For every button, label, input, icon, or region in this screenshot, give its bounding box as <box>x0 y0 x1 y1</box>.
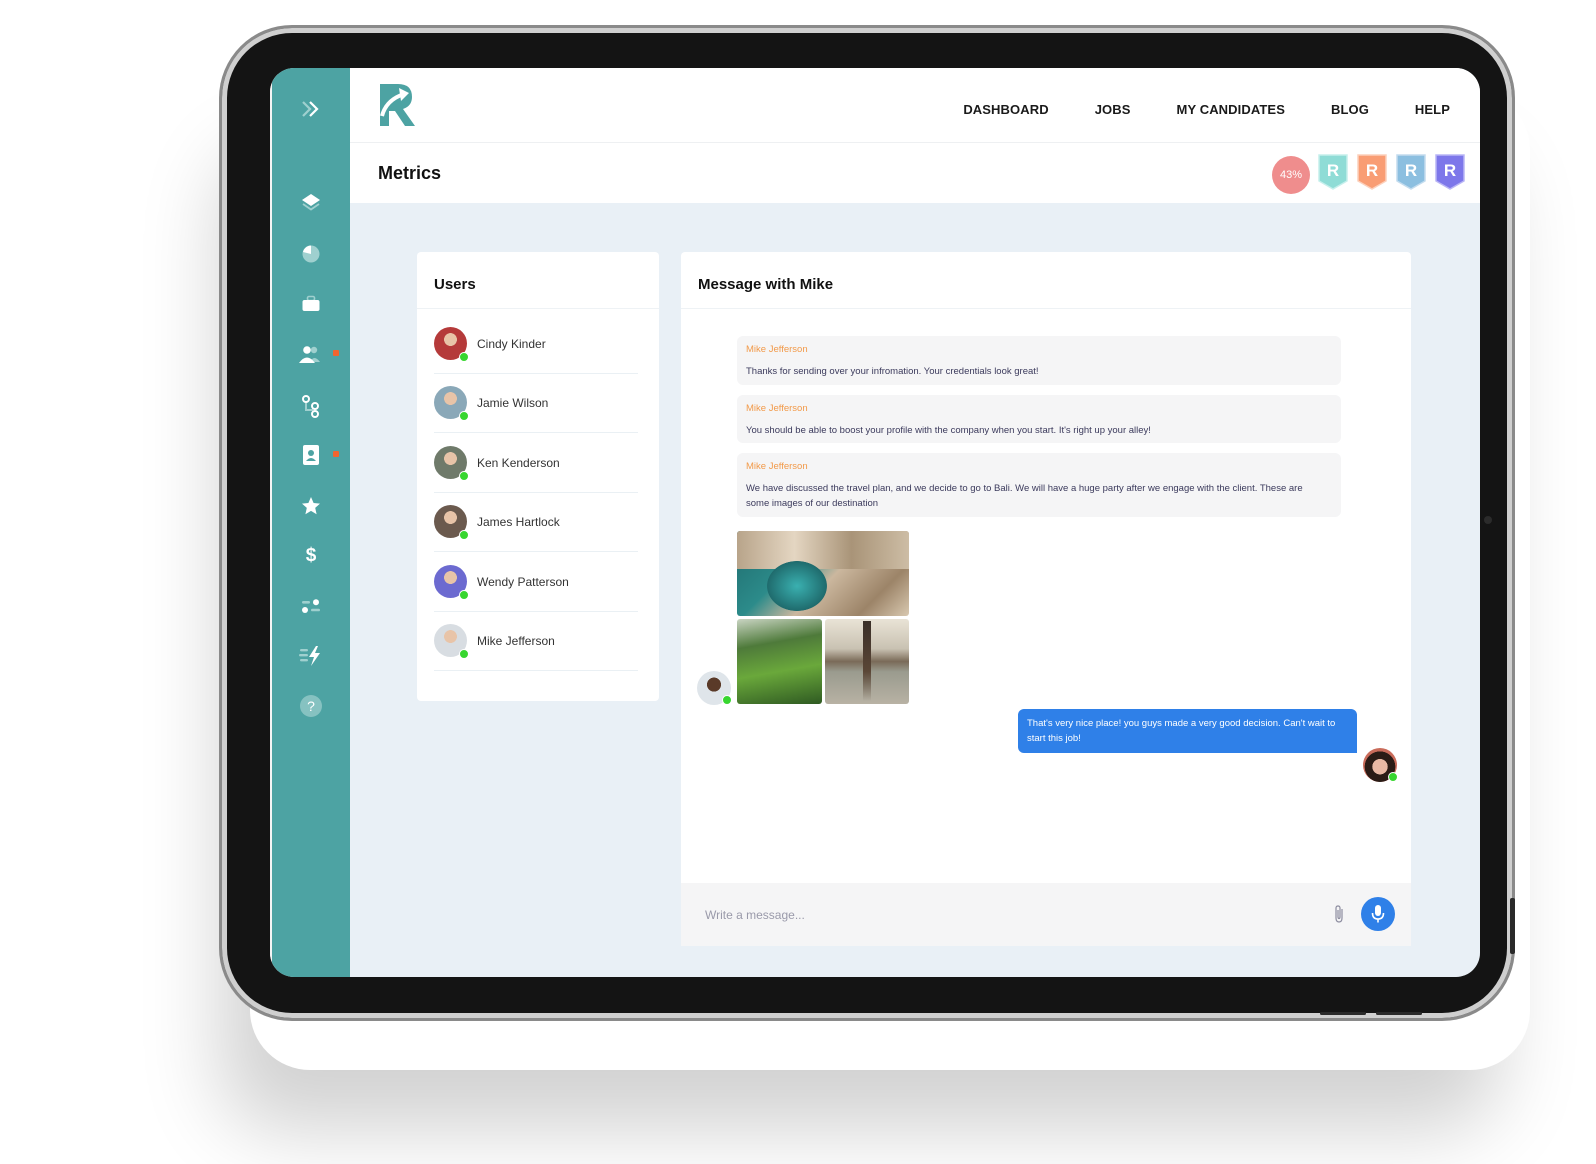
badge-orange[interactable]: R <box>1356 153 1388 196</box>
help-icon[interactable]: ? <box>272 691 350 721</box>
divider <box>681 308 1411 309</box>
badge-letter: R <box>1366 161 1378 180</box>
user-name: Cindy Kinder <box>477 337 546 351</box>
outgoing-message-bubble: That's very nice place! you guys made a … <box>1018 709 1357 753</box>
nav-blog[interactable]: BLOG <box>1331 102 1369 117</box>
user-name: Wendy Patterson <box>477 574 569 589</box>
star-icon[interactable] <box>272 491 350 521</box>
user-list-item[interactable]: Jamie Wilson <box>434 373 638 434</box>
brand-logo[interactable] <box>378 82 418 133</box>
progress-badge[interactable]: 43% <box>1272 155 1310 194</box>
badge-letter: R <box>1405 161 1417 180</box>
message-text: You should be able to boost your profile… <box>746 425 1151 436</box>
screen: $ ? DASHBOARD JOBS MY CANDIDATES BLOG HE… <box>270 68 1480 977</box>
side-button <box>1510 898 1515 954</box>
user-name: Ken Kenderson <box>477 455 560 470</box>
message-bubble: Mike Jefferson You should be able to boo… <box>737 395 1341 443</box>
double-chevron-right-icon[interactable] <box>272 94 350 124</box>
users-panel-title: Users <box>434 276 476 293</box>
user-list-item[interactable]: James Hartlock <box>434 492 638 553</box>
bottom-button <box>1376 1012 1422 1015</box>
message-bubble: Mike Jefferson Thanks for sending over y… <box>737 336 1341 385</box>
microphone-icon <box>1371 905 1385 923</box>
layers-icon[interactable] <box>272 187 350 217</box>
achievement-badges: 43% R R R R <box>1272 153 1466 196</box>
message-author: Mike Jefferson <box>746 461 808 472</box>
user-name: Jamie Wilson <box>477 396 549 411</box>
sidebar: $ ? <box>272 68 350 977</box>
chat-panel: Message with Mike Mike Jefferson Thanks … <box>681 252 1411 946</box>
message-bubble: Mike Jefferson We have discussed the tra… <box>737 453 1341 517</box>
message-author: Mike Jefferson <box>746 344 808 355</box>
main-nav: DASHBOARD JOBS MY CANDIDATES BLOG HELP <box>917 102 1450 117</box>
user-list-item[interactable]: Ken Kenderson <box>434 433 638 493</box>
svg-text:?: ? <box>307 698 315 714</box>
user-name: Mike Jefferson <box>477 634 555 648</box>
camera <box>1484 516 1492 524</box>
user-list-item[interactable]: Cindy Kinder <box>434 314 638 374</box>
pie-chart-icon[interactable] <box>272 238 350 268</box>
badge-purple[interactable]: R <box>1434 153 1466 196</box>
contacts-notification-dot <box>333 451 339 457</box>
message-input[interactable] <box>703 903 1267 927</box>
badge-letter: R <box>1444 161 1456 180</box>
bottom-button <box>1320 1012 1366 1015</box>
nav-my-candidates[interactable]: MY CANDIDATES <box>1177 102 1285 117</box>
page-header: Metrics 43% R R R R <box>350 143 1480 203</box>
divider <box>417 308 659 309</box>
lightning-icon[interactable] <box>272 641 350 671</box>
user-name: James Hartlock <box>477 515 560 530</box>
badge-letter: R <box>1327 161 1339 180</box>
water-temple-photo[interactable] <box>825 619 909 704</box>
rice-terrace-photo[interactable] <box>737 619 822 704</box>
online-indicator <box>459 530 469 541</box>
dollar-icon[interactable]: $ <box>272 540 350 570</box>
users-panel: Users Cindy Kinder Jamie Wilson Ken Kender… <box>417 252 659 701</box>
online-indicator <box>459 470 469 481</box>
workflow-icon[interactable] <box>272 391 350 421</box>
message-composer <box>681 883 1411 946</box>
message-text: That's very nice place! you guys made a … <box>1027 718 1336 744</box>
online-indicator <box>459 352 469 362</box>
user-list-item[interactable]: Mike Jefferson <box>434 611 638 671</box>
microphone-button[interactable] <box>1361 897 1395 931</box>
online-indicator <box>459 411 469 422</box>
svg-text:$: $ <box>306 545 317 566</box>
user-list-item[interactable]: Wendy Patterson <box>434 552 638 612</box>
nav-dashboard[interactable]: DASHBOARD <box>963 102 1048 117</box>
nav-help[interactable]: HELP <box>1415 102 1450 117</box>
briefcase-icon[interactable] <box>272 289 350 319</box>
online-indicator <box>459 649 469 659</box>
nav-jobs[interactable]: JOBS <box>1095 102 1131 117</box>
users-notification-dot <box>333 350 339 356</box>
paperclip-icon[interactable] <box>1333 904 1345 929</box>
bali-beach-cliff-photo[interactable] <box>737 531 909 616</box>
badge-teal[interactable]: R <box>1317 153 1349 196</box>
badge-blue[interactable]: R <box>1395 153 1427 196</box>
page-title: Metrics <box>378 163 442 183</box>
message-text: We have discussed the travel plan, and w… <box>746 483 1303 509</box>
chat-title: Message with Mike <box>698 276 834 293</box>
online-indicator <box>722 695 732 705</box>
online-indicator <box>459 589 469 600</box>
online-indicator <box>1388 772 1398 782</box>
filters-icon[interactable] <box>272 591 350 621</box>
top-navigation: DASHBOARD JOBS MY CANDIDATES BLOG HELP <box>350 68 1480 143</box>
message-author: Mike Jefferson <box>746 403 808 414</box>
message-text: Thanks for sending over your infromation… <box>746 366 1039 377</box>
